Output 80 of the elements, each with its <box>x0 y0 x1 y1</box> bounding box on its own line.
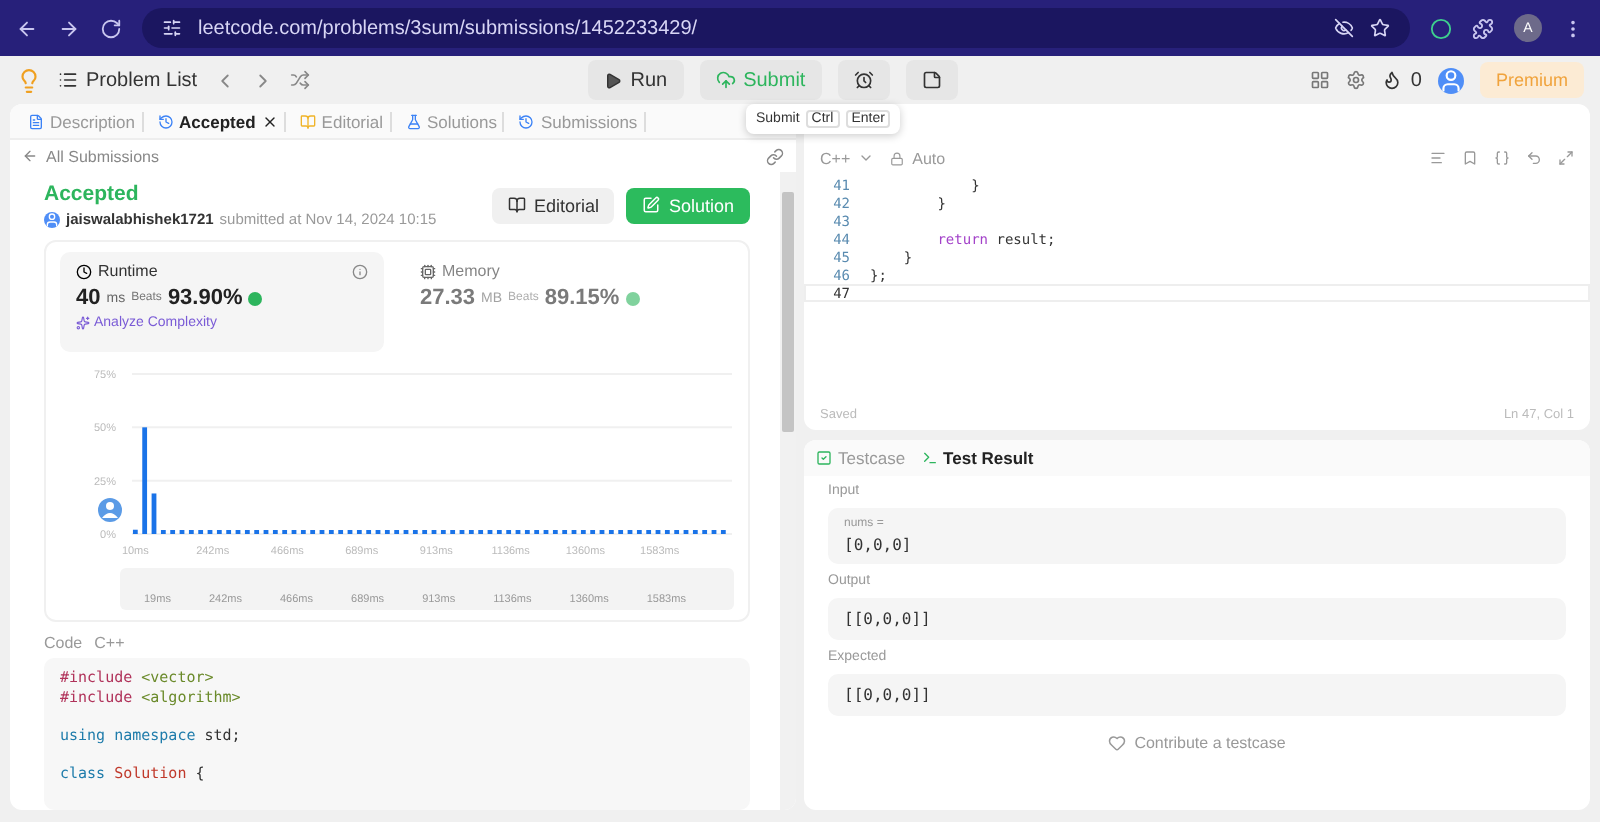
beats-percent: 89.15% <box>544 286 620 310</box>
reload-icon[interactable] <box>100 17 122 39</box>
panel-tab[interactable]: Accepted <box>151 111 286 131</box>
user-avatar-icon <box>44 211 60 227</box>
list-icon <box>58 70 78 90</box>
stat-label: Memory <box>442 262 500 280</box>
stat-label: Runtime <box>98 262 158 280</box>
eye-off-icon[interactable] <box>1334 18 1354 38</box>
extension-icon[interactable] <box>1430 17 1452 39</box>
bookmark-icon[interactable] <box>1462 150 1478 166</box>
panel-tab[interactable]: Test Result <box>921 448 1034 468</box>
expand-icon[interactable] <box>1558 150 1574 166</box>
cloud-upload-icon <box>715 70 736 90</box>
stat-value: 27.33 <box>420 286 476 310</box>
info-icon[interactable] <box>352 263 368 279</box>
stat-value: 40 <box>76 286 101 310</box>
solution-button[interactable]: Solution <box>626 187 750 223</box>
output-value: [[0,0,0]] <box>844 610 933 628</box>
all-submissions-link[interactable]: All Submissions <box>22 147 159 165</box>
tab-icon <box>405 113 422 129</box>
note-icon <box>921 70 942 90</box>
chevron-down-icon <box>858 150 875 166</box>
user-marker-icon <box>98 498 122 522</box>
beats-percent: 93.90% <box>167 286 243 310</box>
close-icon[interactable] <box>261 113 278 129</box>
shuffle-icon[interactable] <box>289 70 310 90</box>
tab-icon <box>518 113 535 129</box>
histogram-bar <box>132 529 138 534</box>
flame-icon <box>1382 70 1403 90</box>
tab-icon <box>816 450 832 466</box>
panel-tab[interactable]: Submissions <box>512 111 646 131</box>
extensions-icon[interactable] <box>1472 17 1494 39</box>
lock-icon <box>890 151 905 165</box>
tab-icon <box>157 113 174 129</box>
panel-tab[interactable]: Description <box>22 111 144 131</box>
input-value: [0,0,0] <box>844 536 914 554</box>
beats-badge-icon <box>625 291 640 305</box>
forward-icon[interactable] <box>58 17 80 39</box>
tab-icon <box>921 450 938 466</box>
timer-button[interactable] <box>837 60 890 100</box>
clock-icon <box>76 263 92 279</box>
run-button[interactable]: Run <box>588 60 684 100</box>
code-label: Code <box>44 634 83 652</box>
tab-icon <box>28 113 44 129</box>
braces-icon[interactable] <box>1494 150 1510 166</box>
language-label: C++ <box>94 634 125 652</box>
contribute-testcase-button[interactable]: Contribute a testcase <box>1108 734 1286 752</box>
pen-icon <box>642 196 661 214</box>
undo-icon[interactable] <box>1526 150 1542 166</box>
chip-icon <box>420 263 436 279</box>
site-info-icon[interactable] <box>162 18 182 38</box>
tab-icon <box>299 113 316 129</box>
back-icon[interactable] <box>16 17 38 39</box>
play-icon <box>604 71 623 89</box>
back-arrow-icon <box>22 148 38 164</box>
panel-tab[interactable]: Testcase <box>816 448 906 468</box>
user-avatar-icon[interactable] <box>1437 67 1464 93</box>
histogram-bar <box>142 427 148 534</box>
auto-mode-toggle[interactable]: Auto <box>890 149 946 167</box>
language-dropdown[interactable]: C++ <box>820 149 875 167</box>
alarm-clock-icon <box>853 70 874 90</box>
book-icon <box>507 196 526 214</box>
layout-icon[interactable] <box>1310 70 1331 90</box>
streak-counter[interactable]: 0 <box>1382 69 1422 91</box>
format-icon[interactable] <box>1430 150 1446 166</box>
sparkle-icon <box>76 316 90 330</box>
link-icon[interactable] <box>766 147 784 165</box>
settings-icon[interactable] <box>1346 70 1367 90</box>
beats-badge-icon <box>248 291 263 305</box>
bookmark-star-icon[interactable] <box>1370 18 1390 38</box>
heart-icon <box>1108 734 1127 752</box>
expected-value: [[0,0,0]] <box>844 686 933 704</box>
notes-button[interactable] <box>905 60 958 100</box>
panel-tab[interactable]: Solutions <box>399 111 505 131</box>
status-text: Accepted <box>44 182 141 206</box>
editorial-button[interactable]: Editorial <box>491 187 615 223</box>
panel-tab[interactable]: Editorial <box>293 111 392 131</box>
problem-list-button[interactable]: Problem List <box>58 69 198 91</box>
submit-button[interactable]: Submit <box>699 60 822 100</box>
address-bar[interactable]: leetcode.com/problems/3sum/submissions/1452233429/ <box>142 8 1410 48</box>
